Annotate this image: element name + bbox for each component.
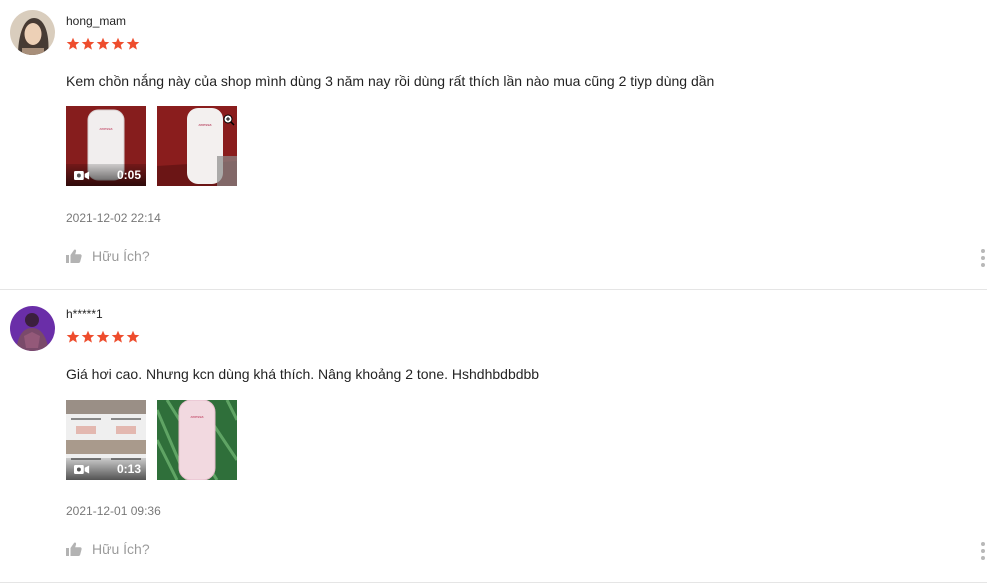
star-icon	[81, 37, 95, 51]
review-timestamp: 2021-12-01 09:36	[66, 504, 161, 518]
video-duration: 0:05	[116, 168, 141, 182]
svg-text:anessa: anessa	[100, 126, 114, 131]
review-video-thumbnail[interactable]: 0:13	[66, 400, 146, 480]
review-divider	[0, 582, 987, 583]
star-icon	[66, 330, 80, 344]
review-media: anessa 0:05 anessa	[66, 106, 237, 186]
video-camera-icon	[74, 170, 90, 181]
star-icon	[96, 37, 110, 51]
rating-stars	[66, 330, 140, 344]
thumbs-up-icon	[66, 249, 82, 263]
review-image-thumbnail[interactable]: anessa	[157, 106, 237, 186]
more-vertical-icon[interactable]	[980, 249, 986, 267]
helpful-button[interactable]: Hữu Ích?	[66, 248, 150, 264]
avatar[interactable]	[10, 10, 55, 55]
more-vertical-icon[interactable]	[980, 542, 986, 560]
review-comment: Kem chồn nắng này của shop mình dùng 3 n…	[66, 73, 715, 89]
author-name[interactable]: h*****1	[66, 307, 103, 321]
zoom-in-icon	[223, 114, 235, 126]
review-timestamp: 2021-12-02 22:14	[66, 211, 161, 225]
svg-text:anessa: anessa	[199, 122, 213, 127]
video-camera-icon	[74, 464, 90, 475]
thumbs-up-icon	[66, 542, 82, 556]
author-name[interactable]: hong_mam	[66, 14, 126, 28]
review-image-thumbnail[interactable]: anessa	[157, 400, 237, 480]
star-icon	[111, 330, 125, 344]
helpful-label: Hữu Ích?	[92, 248, 150, 264]
review-media: 0:13 anessa	[66, 400, 237, 480]
helpful-button[interactable]: Hữu Ích?	[66, 541, 150, 557]
star-icon	[111, 37, 125, 51]
star-icon	[66, 37, 80, 51]
rating-stars	[66, 37, 140, 51]
svg-text:anessa: anessa	[191, 414, 205, 419]
star-icon	[126, 37, 140, 51]
review-comment: Giá hơi cao. Nhưng kcn dùng khá thích. N…	[66, 366, 540, 382]
star-icon	[126, 330, 140, 344]
star-icon	[96, 330, 110, 344]
helpful-label: Hữu Ích?	[92, 541, 150, 557]
video-duration: 0:13	[116, 462, 141, 476]
avatar[interactable]	[10, 306, 55, 351]
star-icon	[81, 330, 95, 344]
review-divider	[0, 289, 987, 290]
review-video-thumbnail[interactable]: anessa 0:05	[66, 106, 146, 186]
